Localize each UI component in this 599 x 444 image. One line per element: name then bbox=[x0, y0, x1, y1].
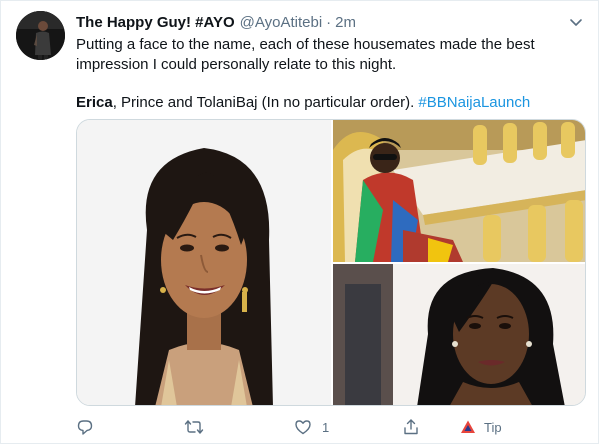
retweet-button[interactable] bbox=[184, 417, 204, 437]
tweet-header: The Happy Guy! #AYO @AyoAtitebi · 2m bbox=[76, 12, 356, 32]
share-icon bbox=[404, 419, 418, 435]
chevron-down-icon[interactable] bbox=[567, 13, 585, 31]
separator-dot: · bbox=[326, 13, 332, 31]
photo-erica[interactable] bbox=[77, 120, 331, 405]
reply-icon bbox=[77, 420, 93, 435]
display-name[interactable]: The Happy Guy! #AYO bbox=[76, 14, 235, 31]
tip-label: Tip bbox=[484, 419, 502, 435]
tweet-text-rest: , Prince and TolaniBaj (In no particular… bbox=[112, 94, 419, 111]
tweet-card[interactable]: The Happy Guy! #AYO @AyoAtitebi · 2m Put… bbox=[0, 0, 599, 444]
like-button[interactable]: 1 bbox=[294, 417, 329, 437]
heart-icon bbox=[295, 420, 311, 435]
share-button[interactable] bbox=[402, 417, 420, 437]
tip-icon bbox=[461, 420, 475, 433]
like-count: 1 bbox=[322, 419, 330, 435]
hashtag-link[interactable]: #BBNaijaLaunch bbox=[418, 94, 530, 111]
tweet-text-line: Erica, Prince and TolaniBaj (In no parti… bbox=[76, 93, 530, 113]
reply-button[interactable] bbox=[76, 417, 94, 437]
user-handle[interactable]: @AyoAtitebi bbox=[240, 14, 323, 31]
timestamp[interactable]: 2m bbox=[335, 14, 356, 31]
photo-prince[interactable] bbox=[333, 120, 585, 262]
avatar[interactable] bbox=[16, 11, 65, 60]
photo-tolanibaj[interactable] bbox=[333, 264, 585, 405]
bold-name: Erica bbox=[76, 94, 113, 111]
tip-button[interactable]: Tip bbox=[460, 417, 502, 437]
media-grid bbox=[76, 119, 586, 406]
tweet-text-line: impression I could personally relate to … bbox=[76, 56, 397, 73]
action-bar: 1 Tip bbox=[76, 417, 516, 437]
retweet-icon bbox=[184, 420, 204, 434]
tweet-text-line: Putting a face to the name, each of thes… bbox=[76, 36, 535, 53]
